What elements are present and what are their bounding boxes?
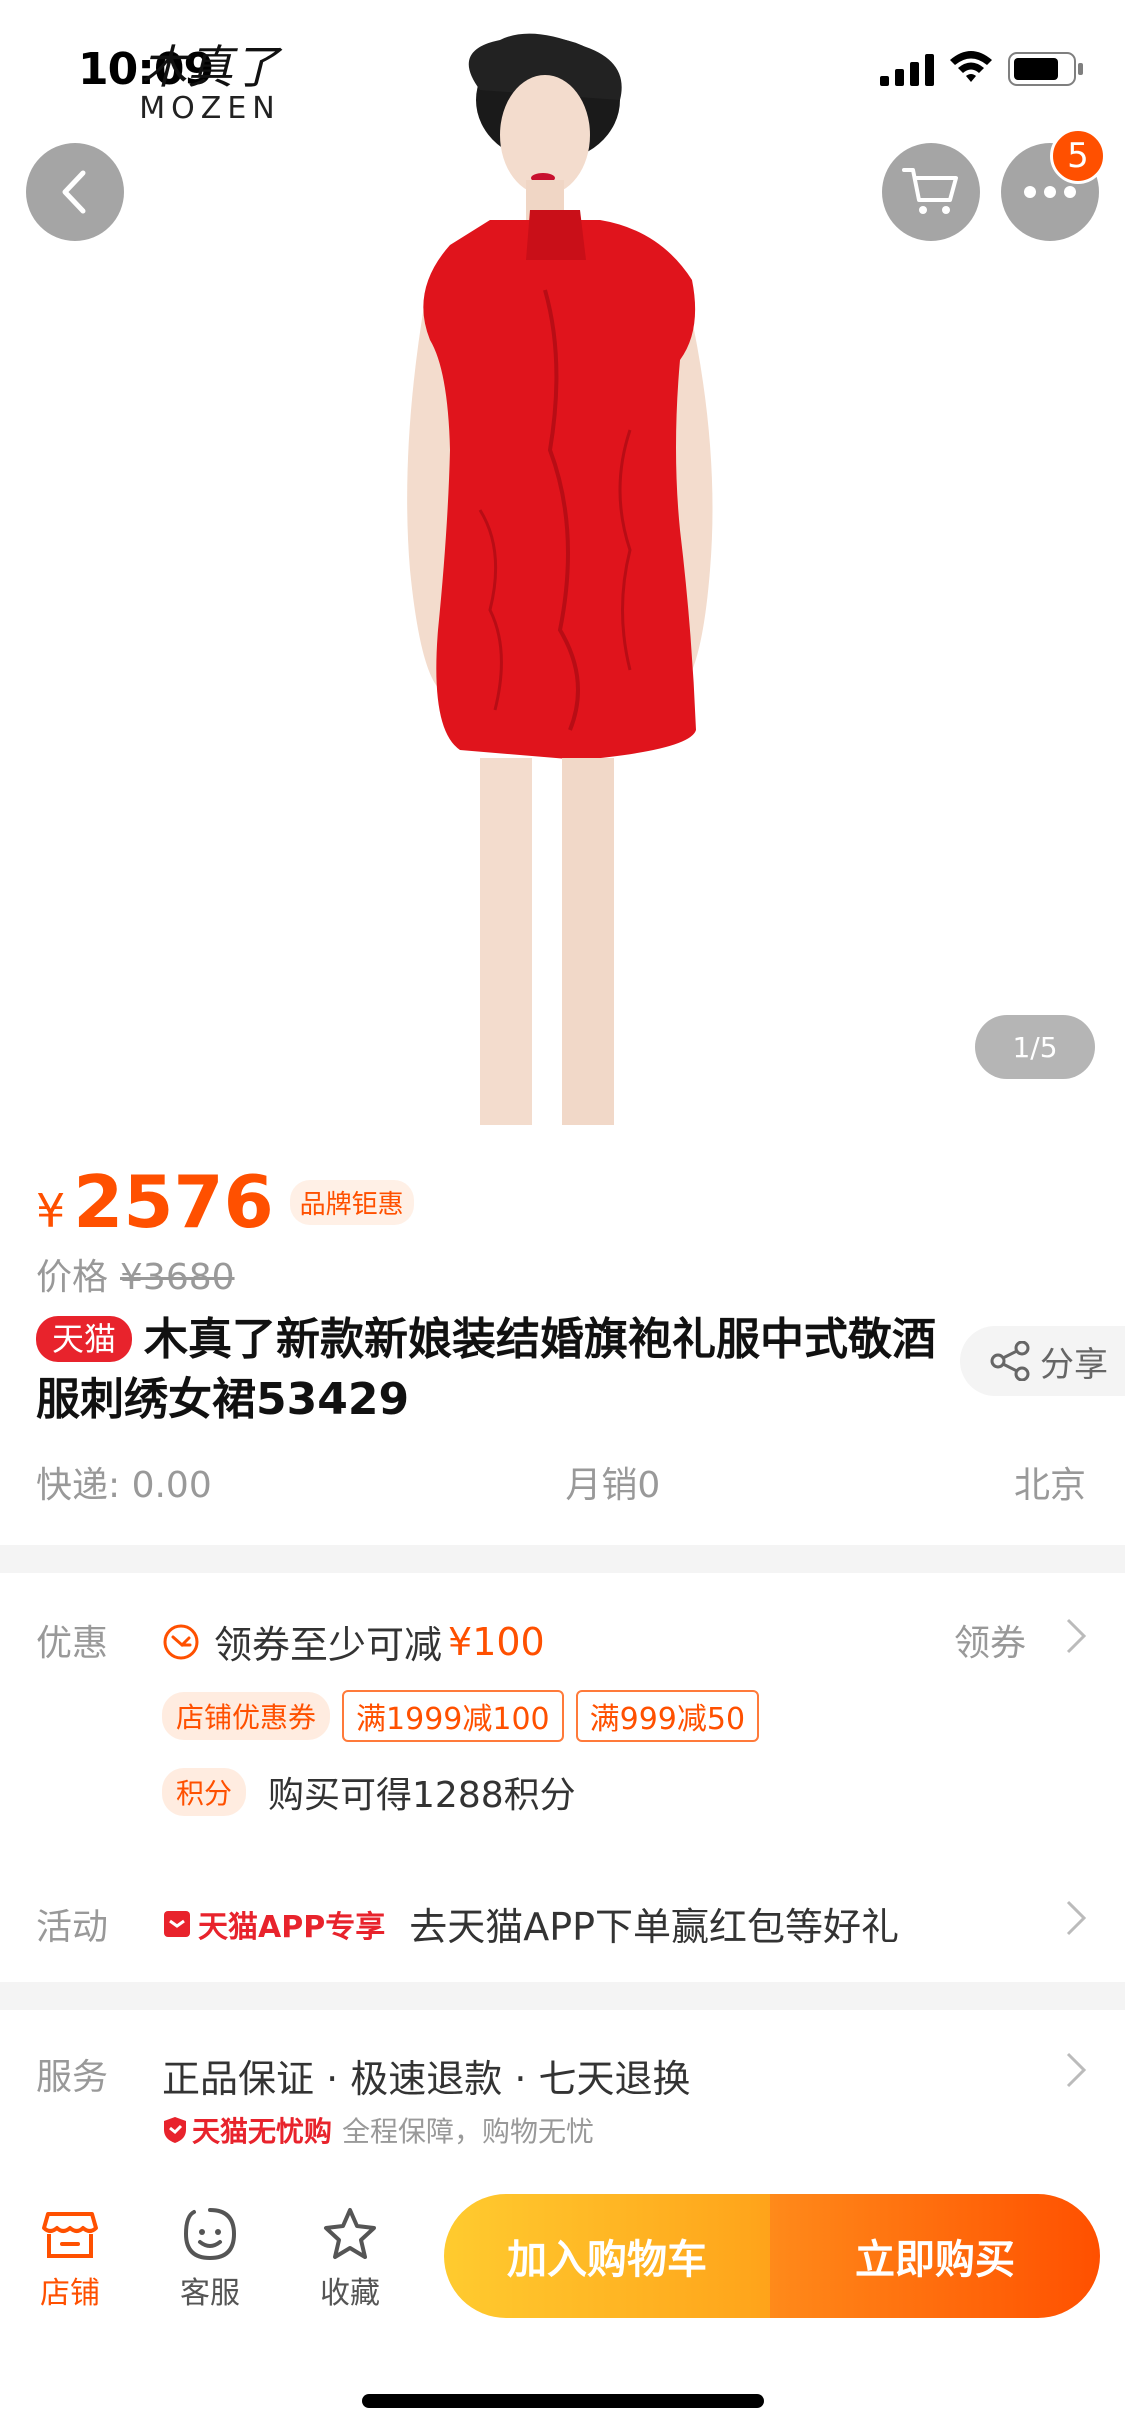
store-coupon-tag: 店铺优惠券 [162, 1692, 331, 1740]
home-indicator[interactable] [362, 2394, 764, 2408]
cart-icon [902, 168, 958, 214]
chevron-right-icon[interactable] [1064, 2050, 1088, 2090]
discount-label: 优惠 [36, 1623, 109, 1664]
worry-free-tag: 天猫无忧购 [162, 2110, 332, 2150]
tmall-tag: 天猫 [36, 1316, 133, 1362]
product-title: 天猫 木真了新款新娘装结婚旗袍礼服中式敬酒服刺绣女裙53429 [36, 1310, 936, 1430]
shop-label: 店铺 [40, 2276, 100, 2311]
cellular-signal-icon [880, 54, 934, 86]
chat-face-icon [183, 2208, 237, 2261]
price-value: 2576 [73, 1160, 274, 1244]
favorite-label: 收藏 [320, 2276, 380, 2311]
brand-logo-en: MOZEN [139, 91, 281, 126]
coupon-icon [163, 1624, 199, 1659]
worry-free-text: 天猫无忧购 [192, 2115, 333, 2148]
share-icon [990, 1341, 1030, 1381]
product-title-text: 木真了新款新娘装结婚旗袍礼服中式敬酒服刺绣女裙53429 [36, 1314, 937, 1425]
coupon-amount: ¥100 [448, 1619, 545, 1664]
promo-tag: 品牌钜惠 [289, 1180, 414, 1225]
original-price: 价格 ¥3680 [36, 1248, 235, 1300]
notification-badge: 5 [1050, 128, 1106, 184]
star-icon [324, 2208, 376, 2259]
shop-icon [42, 2212, 98, 2258]
brand-logo-cn: 木真了 [141, 40, 279, 94]
service-guarantee: 天猫无忧购 全程保障，购物无忧 [162, 2110, 594, 2150]
coupon-text: 领券至少可减 [214, 1623, 443, 1667]
red-packet-icon [164, 1910, 190, 1937]
brand-logo: 木真了 MOZEN [130, 42, 290, 126]
section-divider [0, 1545, 1125, 1573]
coupon-ticket[interactable]: 满999减50 [575, 1690, 760, 1742]
add-to-cart-button[interactable]: 加入购物车 [444, 2194, 770, 2318]
customer-service-tab[interactable]: 客服 [150, 2204, 270, 2312]
activity-tag-text: 天猫APP专享 [198, 1909, 386, 1945]
service-sub-text: 全程保障，购物无忧 [342, 2115, 595, 2148]
product-image [407, 33, 713, 1125]
price-currency: ¥ [36, 1184, 66, 1238]
status-bar: 10:09 木真了 MOZEN [0, 0, 1125, 140]
monthly-sales: 月销0 [565, 1465, 661, 1506]
share-label: 分享 [1040, 1344, 1108, 1385]
chevron-left-icon [62, 170, 86, 214]
points-tag: 积分 [162, 1768, 247, 1816]
more-dots-icon [1024, 186, 1076, 198]
meta-row: 快递: 0.00 月销0 北京 [36, 1456, 1086, 1508]
original-price-value: ¥3680 [120, 1257, 235, 1298]
battery-icon [1008, 52, 1083, 86]
buy-now-button[interactable]: 立即购买 [770, 2194, 1100, 2318]
coupon-row[interactable]: 领券至少可减 ¥100 [162, 1614, 545, 1669]
activity-tag: 天猫APP专享 [162, 1902, 385, 1946]
activity-row[interactable]: 天猫APP专享 去天猫APP下单赢红包等好礼 [162, 1896, 899, 1951]
shipping-fee: 快递: 0.00 [36, 1465, 212, 1506]
original-price-label: 价格 [36, 1257, 109, 1298]
coupon-chips: 店铺优惠券 满1999减100 满999减50 [162, 1690, 771, 1742]
cart-button[interactable] [882, 143, 980, 241]
service-label: 服务 [36, 2057, 109, 2098]
shop-tab[interactable]: 店铺 [10, 2204, 130, 2312]
customer-service-label: 客服 [180, 2276, 240, 2311]
wifi-icon [950, 51, 992, 82]
image-counter: 1/5 [975, 1015, 1095, 1079]
favorite-tab[interactable]: 收藏 [290, 2204, 410, 2312]
product-gallery[interactable]: 10:09 木真了 MOZEN 5 1/5 [0, 0, 1125, 1125]
section-divider [0, 1982, 1125, 2010]
purchase-buttons: 加入购物车 立即购买 [444, 2194, 1100, 2318]
service-text[interactable]: 正品保证 · 极速退款 · 七天退换 [162, 2048, 690, 2103]
chevron-right-icon[interactable] [1064, 1616, 1088, 1656]
points-row: 积分 购买可得1288积分 [162, 1766, 576, 1818]
chevron-right-icon[interactable] [1064, 1898, 1088, 1938]
activity-label: 活动 [36, 1907, 109, 1948]
ship-location: 北京 [1013, 1465, 1086, 1506]
coupon-ticket[interactable]: 满1999减100 [342, 1690, 564, 1742]
share-button[interactable]: 分享 [960, 1326, 1125, 1396]
shield-icon [164, 2117, 186, 2143]
price-section: ¥ 2576 品牌钜惠 [36, 1160, 414, 1244]
back-button[interactable] [26, 143, 124, 241]
points-text: 购买可得1288积分 [268, 1775, 576, 1816]
get-coupon-link[interactable]: 领券 [954, 1614, 1026, 1666]
activity-text: 去天猫APP下单赢红包等好礼 [409, 1905, 900, 1949]
